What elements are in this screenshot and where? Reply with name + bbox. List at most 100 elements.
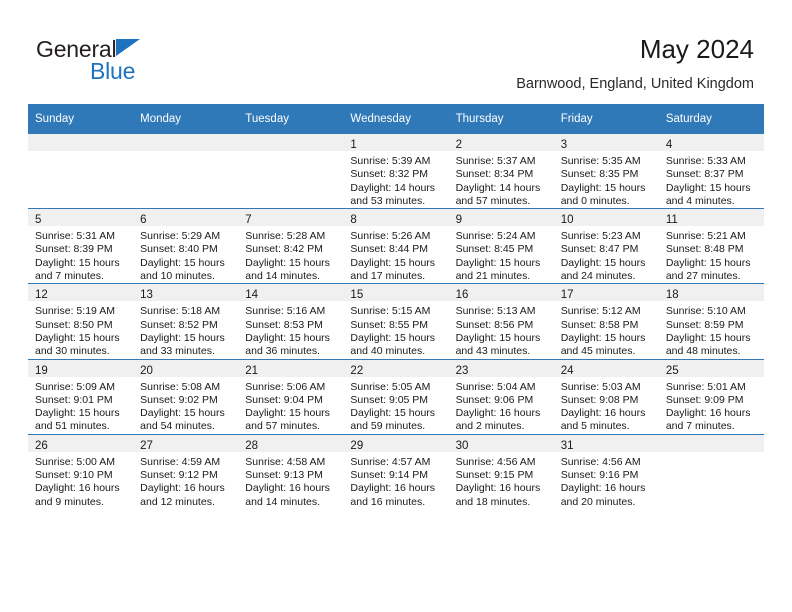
calendar-day-cell[interactable]: 6 Sunrise: 5:29 AM Sunset: 8:40 PM Daylight… <box>133 208 239 284</box>
day-details: Sunrise: 5:15 AM Sunset: 8:55 PM Daylight:… <box>343 301 448 358</box>
day-details: Sunrise: 5:26 AM Sunset: 8:44 PM Daylight:… <box>343 226 448 283</box>
sunset-time: Sunset: 8:42 PM <box>245 243 323 256</box>
day-number: 9 <box>455 214 462 227</box>
logo-text-blue: Blue <box>90 58 136 84</box>
day-number-band: 21 <box>238 359 344 377</box>
day-number: 18 <box>665 289 679 302</box>
sunset-time: Sunset: 8:35 PM <box>560 168 639 181</box>
calendar-grid: Sunday Monday Tuesday Wednesday Thursday… <box>28 104 764 509</box>
calendar-day-cell[interactable]: 18 Sunrise: 5:10 AM Sunset: 8:59 PM Dayligh… <box>658 283 764 360</box>
sunrise-time: Sunrise: 5:28 AM <box>245 230 326 243</box>
sunrise-time: Sunrise: 4:56 AM <box>560 455 641 468</box>
daylight-duration-line1: Daylight: 15 hours <box>665 181 751 194</box>
day-details: Sunrise: 5:12 AM Sunset: 8:58 PM Daylight:… <box>554 301 659 358</box>
day-details: Sunrise: 4:56 AM Sunset: 9:16 PM Daylight:… <box>554 452 659 509</box>
calendar-day-cell[interactable]: 8 Sunrise: 5:26 AM Sunset: 8:44 PM Daylight… <box>343 208 449 284</box>
day-details: Sunrise: 5:19 AM Sunset: 8:50 PM Daylight:… <box>28 301 133 358</box>
sunset-time: Sunset: 9:04 PM <box>245 393 323 406</box>
calendar-day-cell[interactable]: 1 Sunrise: 5:39 AM Sunset: 8:32 PM Daylight… <box>343 134 449 209</box>
daylight-duration-line1: Daylight: 15 hours <box>245 256 330 269</box>
calendar-day-cell[interactable]: 14 Sunrise: 5:16 AM Sunset: 8:53 PM Dayligh… <box>238 283 344 360</box>
calendar-day-cell[interactable]: 12 Sunrise: 5:19 AM Sunset: 8:50 PM Dayligh… <box>28 283 134 360</box>
daylight-duration-line2: and 10 minutes. <box>140 270 215 283</box>
calendar-day-cell[interactable]: 23 Sunrise: 5:04 AM Sunset: 9:06 PM Dayligh… <box>448 358 554 435</box>
daylight-duration-line1: Daylight: 15 hours <box>350 407 436 420</box>
calendar-day-cell[interactable]: 3 Sunrise: 5:35 AM Sunset: 8:35 PM Daylight… <box>553 134 659 209</box>
calendar-day-cell[interactable]: 28 Sunrise: 4:58 AM Sunset: 9:13 PM Dayligh… <box>238 433 344 509</box>
sunset-time: Sunset: 8:53 PM <box>245 318 323 331</box>
day-number: 7 <box>245 214 252 227</box>
day-number-band: 8 <box>343 209 449 227</box>
day-number: 22 <box>350 364 364 377</box>
day-details: Sunrise: 5:33 AM Sunset: 8:37 PM Daylight:… <box>659 151 764 208</box>
calendar-day-cell[interactable]: 25 Sunrise: 5:01 AM Sunset: 9:09 PM Dayligh… <box>658 358 764 435</box>
day-number: 24 <box>560 364 574 377</box>
calendar-day-cell[interactable]: 11 Sunrise: 5:21 AM Sunset: 8:48 PM Dayligh… <box>658 208 764 284</box>
calendar-day-cell[interactable]: 15 Sunrise: 5:15 AM Sunset: 8:55 PM Dayligh… <box>343 283 449 360</box>
sunset-time: Sunset: 9:13 PM <box>245 469 323 482</box>
day-number-band: 23 <box>448 359 554 377</box>
day-details: Sunrise: 5:05 AM Sunset: 9:05 PM Daylight:… <box>343 377 448 434</box>
day-number: 25 <box>665 364 679 377</box>
calendar-day-cell[interactable]: 27 Sunrise: 4:59 AM Sunset: 9:12 PM Dayligh… <box>133 433 239 509</box>
calendar-day-cell[interactable]: 24 Sunrise: 5:03 AM Sunset: 9:08 PM Dayligh… <box>553 358 659 435</box>
calendar-day-cell[interactable]: 29 Sunrise: 4:57 AM Sunset: 9:14 PM Dayligh… <box>343 433 449 509</box>
daylight-duration-line2: and 27 minutes. <box>665 270 741 283</box>
day-number-band: 20 <box>133 359 239 377</box>
sunrise-time: Sunrise: 5:21 AM <box>665 230 746 243</box>
day-number: 4 <box>665 139 673 151</box>
calendar-day-cell[interactable]: 26 Sunrise: 5:00 AM Sunset: 9:10 PM Dayligh… <box>28 433 134 509</box>
sunset-time: Sunset: 8:55 PM <box>350 318 429 331</box>
calendar-day-cell[interactable]: 19 Sunrise: 5:09 AM Sunset: 9:01 PM Dayligh… <box>28 358 134 435</box>
day-number-band: 26 <box>28 434 134 452</box>
calendar-day-cell[interactable]: 5 Sunrise: 5:31 AM Sunset: 8:39 PM Daylight… <box>28 208 134 284</box>
daylight-duration-line2: and 14 minutes. <box>245 495 320 508</box>
calendar-table: Sunday Monday Tuesday Wednesday Thursday… <box>28 104 764 509</box>
sunrise-time: Sunrise: 5:05 AM <box>350 380 431 393</box>
daylight-duration-line2: and 16 minutes. <box>350 495 426 508</box>
sunset-time: Sunset: 8:32 PM <box>350 168 429 181</box>
calendar-day-cell-empty <box>28 134 134 209</box>
calendar-day-cell[interactable]: 7 Sunrise: 5:28 AM Sunset: 8:42 PM Daylight… <box>238 208 344 284</box>
daylight-duration-line1: Daylight: 15 hours <box>140 331 225 344</box>
daylight-duration-line1: Daylight: 15 hours <box>245 407 330 420</box>
weekday-header-saturday: Saturday <box>658 104 764 134</box>
sunset-time: Sunset: 8:37 PM <box>665 168 744 181</box>
sunrise-time: Sunrise: 5:26 AM <box>350 230 431 243</box>
calendar-day-cell[interactable]: 4 Sunrise: 5:33 AM Sunset: 8:37 PM Daylight… <box>658 134 764 209</box>
day-details: Sunrise: 5:37 AM Sunset: 8:34 PM Daylight:… <box>449 151 554 208</box>
day-number-band: 10 <box>553 209 659 227</box>
calendar-day-cell[interactable]: 9 Sunrise: 5:24 AM Sunset: 8:45 PM Daylight… <box>448 208 554 284</box>
calendar-day-cell[interactable]: 10 Sunrise: 5:23 AM Sunset: 8:47 PM Dayligh… <box>553 208 659 284</box>
day-number-band: 7 <box>238 209 344 227</box>
calendar-day-cell[interactable]: 2 Sunrise: 5:37 AM Sunset: 8:34 PM Daylight… <box>448 134 554 209</box>
day-number: 20 <box>140 364 153 377</box>
calendar-day-cell[interactable]: 30 Sunrise: 4:56 AM Sunset: 9:15 PM Dayligh… <box>448 433 554 509</box>
day-number: 10 <box>560 214 574 227</box>
sunrise-time: Sunrise: 5:08 AM <box>140 380 221 393</box>
calendar-day-cell[interactable]: 13 Sunrise: 5:18 AM Sunset: 8:52 PM Dayligh… <box>133 283 239 360</box>
day-number-band: 29 <box>343 434 449 452</box>
daylight-duration-line1: Daylight: 15 hours <box>455 256 541 269</box>
calendar-day-cell[interactable]: 16 Sunrise: 5:13 AM Sunset: 8:56 PM Dayligh… <box>448 283 554 360</box>
sunrise-time: Sunrise: 5:06 AM <box>245 380 326 393</box>
generalblue-logo[interactable]: General Blue <box>36 36 216 88</box>
day-number: 31 <box>560 439 574 452</box>
day-details: Sunrise: 5:04 AM Sunset: 9:06 PM Daylight:… <box>449 377 554 434</box>
daylight-duration-line2: and 18 minutes. <box>455 495 531 508</box>
calendar-day-cell[interactable]: 17 Sunrise: 5:12 AM Sunset: 8:58 PM Dayligh… <box>553 283 659 360</box>
weekday-header-wednesday: Wednesday <box>343 104 449 134</box>
day-number-band: 18 <box>658 284 764 302</box>
daylight-duration-line2: and 4 minutes. <box>665 194 735 207</box>
calendar-day-cell[interactable]: 21 Sunrise: 5:06 AM Sunset: 9:04 PM Dayligh… <box>238 358 344 435</box>
calendar-day-cell[interactable]: 20 Sunrise: 5:08 AM Sunset: 9:02 PM Dayligh… <box>133 358 239 435</box>
daylight-duration-line1: Daylight: 15 hours <box>350 256 436 269</box>
calendar-day-cell[interactable]: 31 Sunrise: 4:56 AM Sunset: 9:16 PM Dayligh… <box>553 433 659 509</box>
day-details: Sunrise: 5:31 AM Sunset: 8:39 PM Daylight:… <box>28 226 133 283</box>
sunrise-time: Sunrise: 5:04 AM <box>455 380 536 393</box>
day-details: Sunrise: 5:29 AM Sunset: 8:40 PM Daylight:… <box>133 226 238 283</box>
sunrise-time: Sunrise: 4:56 AM <box>455 455 536 468</box>
day-number-band: 30 <box>448 434 554 452</box>
calendar-day-cell[interactable]: 22 Sunrise: 5:05 AM Sunset: 9:05 PM Dayligh… <box>343 358 449 435</box>
day-number-band: 14 <box>238 284 344 302</box>
